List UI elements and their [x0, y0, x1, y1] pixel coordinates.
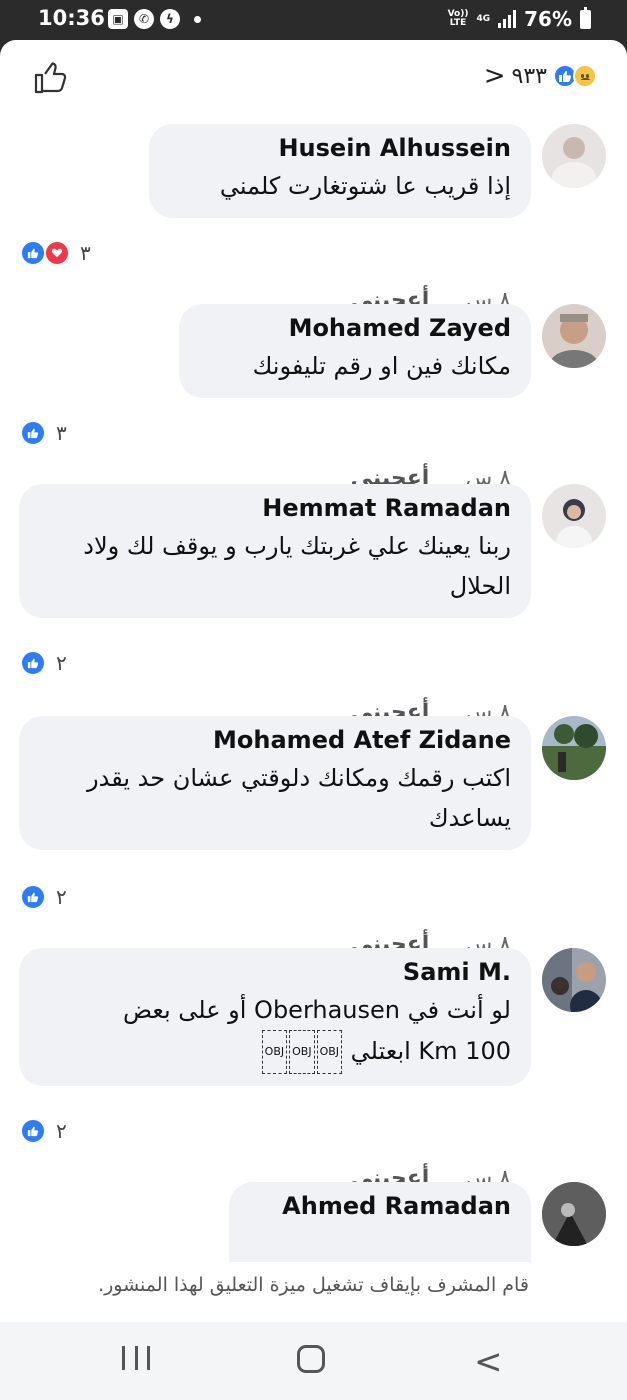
comment-reactions[interactable]: ٢ [20, 1118, 67, 1144]
comment-bubble[interactable]: Husein Alhussein إذا قريب عا شتوتغارت كل… [149, 124, 531, 218]
reaction-count: ٩٣٣ [511, 63, 547, 89]
status-bar: 10:36 ▣ ✆ ϟ Vo)) LTE 4G 76% [0, 0, 627, 40]
like-reaction-icon [20, 240, 46, 266]
reaction-count: ٢ [56, 1119, 67, 1143]
reaction-count: ٢ [56, 651, 67, 675]
comment-author[interactable]: Hemmat Ramadan [39, 494, 511, 522]
comments-sheet: ٩٣٣ < Husein Alhussein إذا قريب عا شتوتغ… [0, 40, 627, 1322]
avatar[interactable] [542, 304, 606, 368]
comment-reactions[interactable]: ٢ [20, 650, 67, 676]
home-icon[interactable] [297, 1345, 325, 1373]
signal-icon [498, 10, 517, 28]
messenger-icon: ϟ [160, 9, 180, 29]
like-reaction-icon [20, 1118, 46, 1144]
status-time: 10:36 [38, 6, 105, 30]
comment-author[interactable]: Mohamed Atef Zidane [39, 726, 511, 754]
like-reaction-icon [20, 650, 46, 676]
battery-icon [580, 6, 591, 29]
reaction-count: ٢ [56, 885, 67, 909]
status-right: Vo)) LTE 4G 76% [447, 6, 591, 31]
avatar[interactable] [542, 716, 606, 780]
avatar[interactable] [542, 948, 606, 1012]
obj-placeholder: OBJ [289, 1030, 315, 1074]
chevron-right-icon[interactable]: < [484, 61, 506, 91]
comment-text: مكانك فين او رقم تليفونك [252, 352, 511, 380]
comment-author[interactable]: Mohamed Zayed [199, 314, 511, 342]
network-type: 4G [476, 13, 491, 24]
comment-bubble[interactable]: Hemmat Ramadan ربنا يعينك علي غربتك يارب… [19, 484, 531, 618]
comment-bubble[interactable]: Sami M. لو أنت في Oberhausen أو على بعض … [19, 948, 531, 1086]
comment-reactions[interactable]: ٣ [20, 420, 67, 446]
obj-placeholder: OBJ [316, 1030, 343, 1074]
volte-indicator: Vo)) LTE [447, 9, 469, 28]
system-nav-bar: < [0, 1322, 627, 1400]
avatar[interactable] [542, 484, 606, 548]
back-icon[interactable]: < [474, 1342, 503, 1382]
comment-text: إذا قريب عا شتوتغارت كلمني [219, 172, 511, 200]
thumbs-up-icon[interactable] [30, 58, 70, 98]
love-reaction-icon [44, 240, 70, 266]
reaction-count: ٣ [80, 241, 91, 265]
like-reaction-icon [20, 420, 46, 446]
reactions-summary[interactable]: ٩٣٣ < [484, 60, 597, 92]
notification-icons: ▣ ✆ ϟ [108, 9, 201, 29]
comment-author[interactable]: Sami M. [39, 958, 511, 986]
comment-bubble[interactable]: Mohamed Atef Zidane اكتب رقمك ومكانك دلو… [19, 716, 531, 850]
comment-text-line: لو أنت في Oberhausen أو على بعض [122, 996, 511, 1024]
whatsapp-icon: ✆ [134, 9, 154, 29]
comment-reactions[interactable]: ٣ [20, 240, 91, 266]
comment-bubble[interactable]: Mohamed Zayed مكانك فين او رقم تليفونك [179, 304, 531, 398]
comment-text: لو أنت في Oberhausen أو على بعض 100 Km ا… [39, 990, 511, 1074]
comment-author[interactable]: Husein Alhussein [169, 134, 511, 162]
comment-text-line: 100 Km ابعتلي OBJOBJOBJ [39, 1030, 511, 1074]
gallery-icon: ▣ [108, 9, 128, 29]
more-notifications-dot [194, 15, 201, 23]
comment-text: ربنا يعينك علي غربتك يارب و يوقف لك ولاد… [83, 532, 511, 600]
comment-author[interactable]: Ahmed Ramadan [249, 1192, 511, 1220]
battery-percent: 76% [524, 7, 572, 31]
reaction-count: ٣ [56, 421, 67, 445]
comment-text: اكتب رقمك ومكانك دلوقتي عشان حد يقدر يسا… [87, 764, 511, 832]
avatar[interactable] [542, 1182, 606, 1246]
obj-placeholder: OBJ [261, 1030, 288, 1074]
comments-disabled-notice: قام المشرف بإيقاف تشغيل ميزة التعليق لهذ… [0, 1262, 627, 1322]
like-reaction-icon [20, 884, 46, 910]
avatar[interactable] [542, 124, 606, 188]
sad-emoji-icon [573, 64, 597, 88]
comment-reactions[interactable]: ٢ [20, 884, 67, 910]
recent-apps-icon[interactable] [122, 1346, 150, 1372]
